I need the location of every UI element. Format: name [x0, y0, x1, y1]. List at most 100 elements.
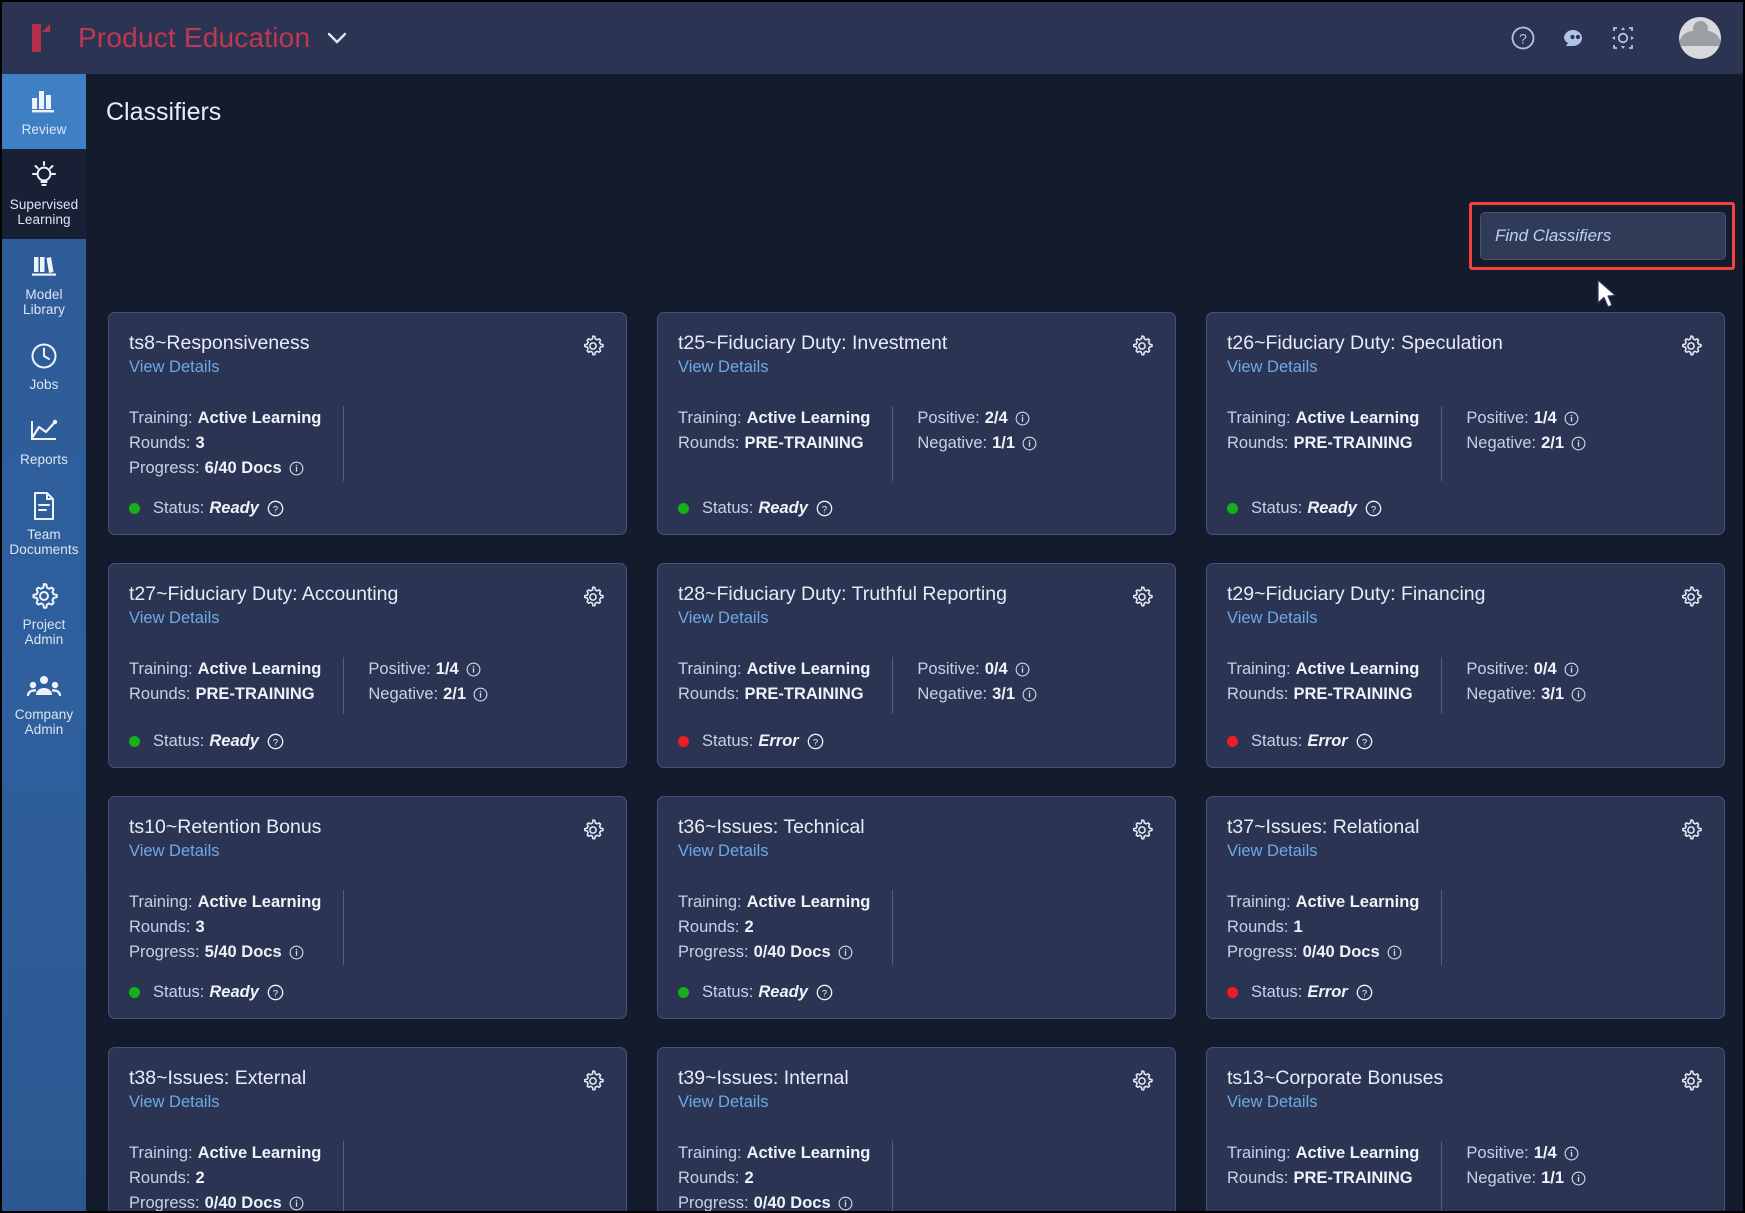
sidebar-item-jobs[interactable]: Jobs — [2, 329, 86, 404]
info-circle-icon[interactable] — [1564, 662, 1579, 677]
question-circle-icon[interactable]: ? — [267, 984, 284, 1001]
info-circle-icon[interactable] — [838, 945, 853, 960]
sidebar-item-review[interactable]: Review — [2, 74, 86, 149]
brightness-icon[interactable] — [1609, 24, 1637, 52]
card-settings-gear-icon[interactable] — [580, 817, 606, 848]
card-settings-gear-icon[interactable] — [1129, 584, 1155, 615]
view-details-link[interactable]: View Details — [678, 1092, 1129, 1113]
card-settings-gear-icon[interactable] — [1129, 1068, 1155, 1099]
card-negative-value: 3/1 — [992, 682, 1015, 707]
question-circle-icon[interactable]: ? — [1365, 500, 1382, 517]
card-negative-label: Negative: — [1466, 682, 1536, 707]
question-circle-icon[interactable]: ? — [267, 733, 284, 750]
question-circle-icon[interactable]: ? — [1356, 733, 1373, 750]
view-details-link[interactable]: View Details — [1227, 608, 1678, 629]
info-circle-icon[interactable] — [1015, 662, 1030, 677]
info-circle-icon[interactable] — [289, 461, 304, 476]
classifier-card[interactable]: t37~Issues: RelationalView DetailsTraini… — [1206, 796, 1725, 1019]
view-details-link[interactable]: View Details — [1227, 1092, 1678, 1113]
sidebar-label-review: Review — [22, 122, 67, 137]
sidebar-item-team-documents[interactable]: Team Documents — [2, 479, 86, 569]
card-training-label: Training: — [1227, 657, 1291, 682]
classifier-card[interactable]: t26~Fiduciary Duty: SpeculationView Deta… — [1206, 312, 1725, 535]
sidebar-item-project-admin[interactable]: Project Admin — [2, 569, 86, 659]
question-circle-icon[interactable]: ? — [807, 733, 824, 750]
card-stats: Training:Active LearningRounds:2Progress… — [129, 1141, 606, 1211]
card-negative: Negative:1/1 — [917, 431, 1037, 456]
classifier-card[interactable]: t27~Fiduciary Duty: AccountingView Detai… — [108, 563, 627, 768]
classifier-card[interactable]: ts10~Retention BonusView DetailsTraining… — [108, 796, 627, 1019]
card-rounds-value: PRE-TRAINING — [1293, 1166, 1412, 1191]
view-details-link[interactable]: View Details — [129, 608, 580, 629]
card-rounds-label: Rounds: — [129, 682, 190, 707]
view-details-link[interactable]: View Details — [1227, 841, 1678, 862]
card-settings-gear-icon[interactable] — [580, 333, 606, 364]
question-circle-icon[interactable]: ? — [1356, 984, 1373, 1001]
info-circle-icon[interactable] — [466, 662, 481, 677]
card-settings-gear-icon[interactable] — [1129, 333, 1155, 364]
view-details-link[interactable]: View Details — [129, 841, 580, 862]
view-details-link[interactable]: View Details — [129, 1092, 580, 1113]
card-stats-right: Positive:1/4Negative:1/1 — [1441, 1141, 1586, 1211]
avatar[interactable] — [1679, 17, 1721, 59]
classifier-card[interactable]: ts13~Corporate BonusesView DetailsTraini… — [1206, 1047, 1725, 1211]
card-settings-gear-icon[interactable] — [1678, 333, 1704, 364]
sidebar-item-company-admin[interactable]: Company Admin — [2, 659, 86, 749]
view-details-link[interactable]: View Details — [678, 357, 1129, 378]
info-circle-icon[interactable] — [1022, 436, 1037, 451]
card-settings-gear-icon[interactable] — [1129, 817, 1155, 848]
info-circle-icon[interactable] — [1564, 1146, 1579, 1161]
search-input[interactable] — [1480, 212, 1726, 260]
view-details-link[interactable]: View Details — [678, 841, 1129, 862]
help-circle-icon[interactable]: ? — [1509, 24, 1537, 52]
view-details-link[interactable]: View Details — [678, 608, 1129, 629]
info-circle-icon[interactable] — [1571, 1171, 1586, 1186]
card-negative-value: 1/1 — [992, 431, 1015, 456]
classifier-card[interactable]: t29~Fiduciary Duty: FinancingView Detail… — [1206, 563, 1725, 768]
info-circle-icon[interactable] — [1564, 411, 1579, 426]
card-settings-gear-icon[interactable] — [580, 584, 606, 615]
classifier-card[interactable]: t38~Issues: ExternalView DetailsTraining… — [108, 1047, 627, 1211]
classifier-card[interactable]: t28~Fiduciary Duty: Truthful ReportingVi… — [657, 563, 1176, 768]
card-settings-gear-icon[interactable] — [1678, 584, 1704, 615]
info-circle-icon[interactable] — [838, 1196, 853, 1211]
project-name[interactable]: Product Education — [78, 22, 310, 54]
card-settings-gear-icon[interactable] — [1678, 1068, 1704, 1099]
sidebar-item-supervised-learning[interactable]: Supervised Learning — [2, 149, 86, 239]
view-details-link[interactable]: View Details — [1227, 357, 1678, 378]
question-circle-icon[interactable]: ? — [267, 500, 284, 517]
card-stats: Training:Active LearningRounds:PRE-TRAIN… — [678, 657, 1155, 714]
view-details-link[interactable]: View Details — [129, 357, 580, 378]
question-circle-icon[interactable]: ? — [816, 984, 833, 1001]
sidebar-label-project-admin: Project Admin — [23, 617, 66, 647]
info-circle-icon[interactable] — [1571, 436, 1586, 451]
chat-bot-icon[interactable] — [1559, 24, 1587, 52]
card-progress: Progress:0/40 Docs — [678, 940, 870, 965]
info-circle-icon[interactable] — [1022, 687, 1037, 702]
card-rounds-value: PRE-TRAINING — [1293, 682, 1412, 707]
classifier-card[interactable]: t25~Fiduciary Duty: InvestmentView Detai… — [657, 312, 1176, 535]
sidebar-item-reports[interactable]: Reports — [2, 404, 86, 479]
info-circle-icon[interactable] — [289, 945, 304, 960]
sidebar: Review Supervised Learning — [2, 74, 86, 1211]
sidebar-item-model-library[interactable]: Model Library — [2, 239, 86, 329]
card-negative: Negative:2/1 — [1466, 431, 1586, 456]
question-circle-icon[interactable]: ? — [816, 500, 833, 517]
app-logo-icon — [28, 20, 58, 56]
classifier-card[interactable]: t36~Issues: TechnicalView DetailsTrainin… — [657, 796, 1176, 1019]
info-circle-icon[interactable] — [1015, 411, 1030, 426]
card-title-block: ts13~Corporate BonusesView Details — [1227, 1066, 1678, 1113]
card-stats-left: Training:Active LearningRounds:PRE-TRAIN… — [678, 406, 892, 481]
chevron-down-icon[interactable] — [326, 31, 348, 45]
card-progress-label: Progress: — [678, 940, 749, 965]
info-circle-icon[interactable] — [473, 687, 488, 702]
info-circle-icon[interactable] — [1571, 687, 1586, 702]
classifier-card[interactable]: t39~Issues: InternalView DetailsTraining… — [657, 1047, 1176, 1211]
classifier-card[interactable]: ts8~ResponsivenessView DetailsTraining:A… — [108, 312, 627, 535]
card-settings-gear-icon[interactable] — [580, 1068, 606, 1099]
info-circle-icon[interactable] — [1387, 945, 1402, 960]
card-status: Status:Ready? — [678, 983, 1155, 1002]
card-negative-label: Negative: — [1466, 1166, 1536, 1191]
card-settings-gear-icon[interactable] — [1678, 817, 1704, 848]
info-circle-icon[interactable] — [289, 1196, 304, 1211]
